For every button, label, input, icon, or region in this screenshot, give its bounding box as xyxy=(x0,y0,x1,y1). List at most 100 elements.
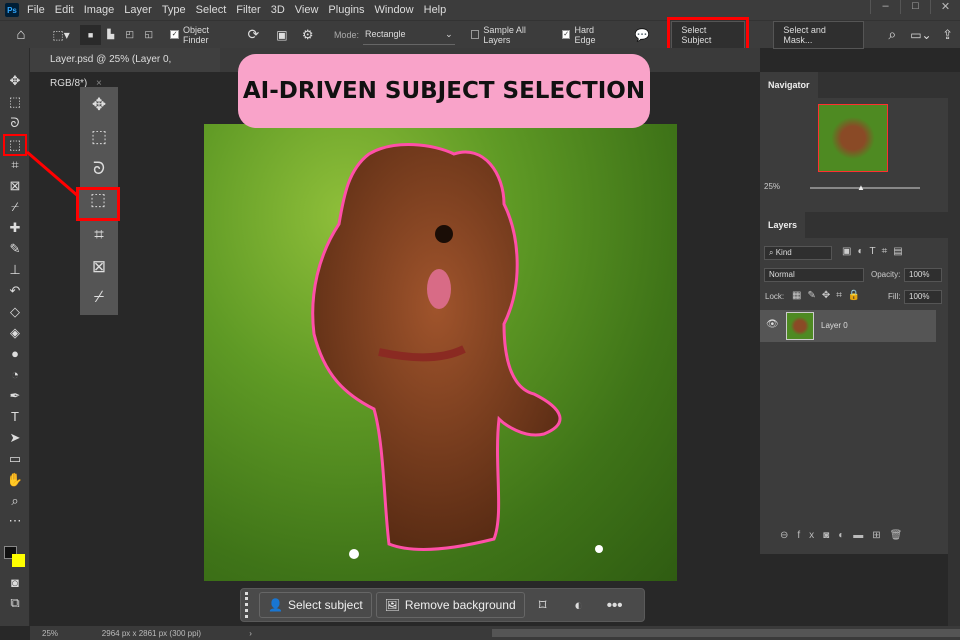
menu-type[interactable]: Type xyxy=(162,4,186,16)
lasso-tool-icon[interactable]: ᘐ xyxy=(89,159,109,178)
eyedropper-tool-icon[interactable]: ⌿ xyxy=(89,287,109,306)
more-tools-icon[interactable]: ⋯ xyxy=(6,512,24,530)
blend-mode-dropdown[interactable]: Normal xyxy=(764,268,864,282)
status-zoom[interactable]: 25% xyxy=(42,629,92,638)
menu-select[interactable]: Select xyxy=(196,4,227,16)
eraser-tool-icon[interactable]: ◇ xyxy=(6,303,24,321)
quick-mask-icon[interactable]: ◙ xyxy=(6,574,24,592)
frame-tool-icon[interactable]: ⊠ xyxy=(89,257,109,276)
hard-edge-checkbox[interactable]: ✓ Hard Edge xyxy=(561,25,615,45)
navigator-thumbnail[interactable] xyxy=(818,104,888,172)
tools-zoomed-callout: ✥ ⬚ ᘐ ⬚ ⌗ ⊠ ⌿ xyxy=(76,87,120,315)
menu-edit[interactable]: Edit xyxy=(55,4,74,16)
lock-icons[interactable]: ▦✎✥⌗🔒 xyxy=(792,290,866,301)
menu-image[interactable]: Image xyxy=(84,4,115,16)
move-tool-icon[interactable]: ✥ xyxy=(89,95,109,114)
zoom-tool-icon[interactable]: ⌕ xyxy=(6,492,24,510)
frame-tool-icon[interactable]: ⊠ xyxy=(6,177,24,195)
refresh-icon[interactable]: ⟳ xyxy=(234,25,272,45)
object-selection-tool-icon[interactable]: ⬚ xyxy=(76,187,120,221)
menu-view[interactable]: View xyxy=(295,4,319,16)
transform-icon[interactable]: ⌑ xyxy=(525,596,561,614)
search-icon[interactable]: ⌕ xyxy=(878,25,907,45)
layer-filter-icons[interactable]: ▣◐T⌗▤ xyxy=(842,246,909,257)
drag-handle[interactable] xyxy=(245,592,251,618)
select-subject-button[interactable]: Select Subject xyxy=(671,20,746,49)
gear-icon[interactable]: ⚙ xyxy=(292,25,324,45)
menu-window[interactable]: Window xyxy=(375,4,414,16)
lasso-tool-icon[interactable]: ᘐ xyxy=(6,114,24,132)
crop-tool-icon[interactable]: ⌗ xyxy=(89,225,109,244)
slider-handle-icon[interactable]: ▲ xyxy=(857,183,865,192)
healing-brush-icon[interactable]: ✚ xyxy=(6,219,24,237)
canvas-image[interactable] xyxy=(204,124,677,581)
horizontal-scrollbar[interactable] xyxy=(491,629,960,637)
subtract-selection-icon[interactable]: ◰ xyxy=(120,25,139,45)
remove-background-button[interactable]: 🖼 Remove background xyxy=(375,592,525,618)
panel-scrollbar[interactable] xyxy=(948,72,960,626)
home-icon[interactable]: ⌂ xyxy=(0,25,42,45)
layers-tab[interactable]: Layers xyxy=(760,212,806,238)
eyedropper-tool-icon[interactable]: ⌿ xyxy=(6,198,24,216)
document-tab[interactable]: Layer.psd @ 25% (Layer 0, RGB/8*) × xyxy=(30,48,220,89)
contextual-task-bar: 👤 Select subject 🖼 Remove background ⌑ ◐ •… xyxy=(240,588,645,622)
intersect-selection-icon[interactable]: ◱ xyxy=(139,25,158,45)
navigator-zoom-value[interactable]: 25% xyxy=(764,182,780,191)
chevron-down-icon: ⌄ xyxy=(445,28,453,39)
new-selection-icon[interactable]: ■ xyxy=(80,24,102,45)
rectangle-tool-icon[interactable]: ▭ xyxy=(6,450,24,468)
pen-tool-icon[interactable]: ✒ xyxy=(6,387,24,405)
menu-file[interactable]: File xyxy=(27,4,45,16)
type-tool-icon[interactable]: T xyxy=(6,408,24,426)
object-finder-checkbox[interactable]: ✓ Object Finder xyxy=(170,25,234,45)
menu-layer[interactable]: Layer xyxy=(124,4,152,16)
select-subject-context-button[interactable]: 👤 Select subject xyxy=(259,592,372,618)
marquee-tool-icon[interactable]: ⬚ xyxy=(89,127,109,146)
adjustment-icon[interactable]: ◐ xyxy=(561,597,597,614)
mode-value: Rectangle xyxy=(364,29,406,39)
more-options-icon[interactable]: ••• xyxy=(597,597,633,614)
navigator-zoom-slider[interactable] xyxy=(810,187,920,189)
crop-tool-icon[interactable]: ⌗ xyxy=(6,156,24,174)
layer-row[interactable]: 👁 Layer 0 xyxy=(760,310,936,342)
hand-tool-icon[interactable]: ✋ xyxy=(6,471,24,489)
daisy xyxy=(349,549,359,559)
path-selection-icon[interactable]: ➤ xyxy=(6,429,24,447)
maximize-icon[interactable]: □ xyxy=(900,0,930,14)
share-icon[interactable]: ⇪ xyxy=(935,25,960,45)
paint-bucket-icon[interactable]: ◈ xyxy=(6,324,24,342)
move-tool-icon[interactable]: ✥ xyxy=(6,72,24,90)
close-icon[interactable]: ✕ xyxy=(930,0,960,14)
marquee-tool-icon[interactable]: ⬚ xyxy=(6,93,24,111)
screen-mode-icon[interactable]: ⧉ xyxy=(6,594,24,612)
add-selection-icon[interactable]: ▙ xyxy=(101,25,120,45)
sample-all-layers-checkbox[interactable]: Sample All Layers xyxy=(470,25,552,45)
feedback-icon[interactable]: 💬 xyxy=(623,25,661,45)
eye-icon[interactable]: 👁 xyxy=(766,319,779,330)
background-color-swatch[interactable] xyxy=(12,554,25,567)
fx-icon[interactable]: fx xyxy=(797,530,823,541)
menu-filter[interactable]: Filter xyxy=(236,4,260,16)
show-all-objects-icon[interactable]: ▣ xyxy=(272,25,291,45)
opacity-input[interactable]: 100% xyxy=(904,268,942,282)
chevron-right-icon[interactable]: › xyxy=(249,629,252,638)
minimize-icon[interactable]: – xyxy=(870,0,900,14)
object-selection-tool-icon[interactable]: ⬚ xyxy=(3,134,27,156)
dodge-tool-icon[interactable]: ◔ xyxy=(6,366,24,384)
history-brush-icon[interactable]: ↶ xyxy=(6,282,24,300)
daisy xyxy=(595,545,603,553)
menu-plugins[interactable]: Plugins xyxy=(328,4,364,16)
clone-stamp-icon[interactable]: ⊥ xyxy=(6,261,24,279)
workspace-icon[interactable]: ▭⌄ xyxy=(907,25,936,45)
menu-help[interactable]: Help xyxy=(424,4,447,16)
layer-filter-dropdown[interactable]: ⌕ Kind xyxy=(764,246,832,260)
blur-tool-icon[interactable]: ● xyxy=(6,345,24,363)
object-selection-tool-preset-icon[interactable]: ⬚▾ xyxy=(42,25,80,45)
mode-dropdown[interactable]: Rectangle ⌄ xyxy=(362,25,455,45)
layers-footer-icons[interactable]: ⊖fx◙◐▬⊞🗑 xyxy=(780,530,911,541)
brush-tool-icon[interactable]: ✎ xyxy=(6,240,24,258)
navigator-tab[interactable]: Navigator xyxy=(760,72,818,98)
menu-3d[interactable]: 3D xyxy=(271,4,285,16)
select-and-mask-button[interactable]: Select and Mask... xyxy=(773,20,864,49)
fill-input[interactable]: 100% xyxy=(904,290,942,304)
